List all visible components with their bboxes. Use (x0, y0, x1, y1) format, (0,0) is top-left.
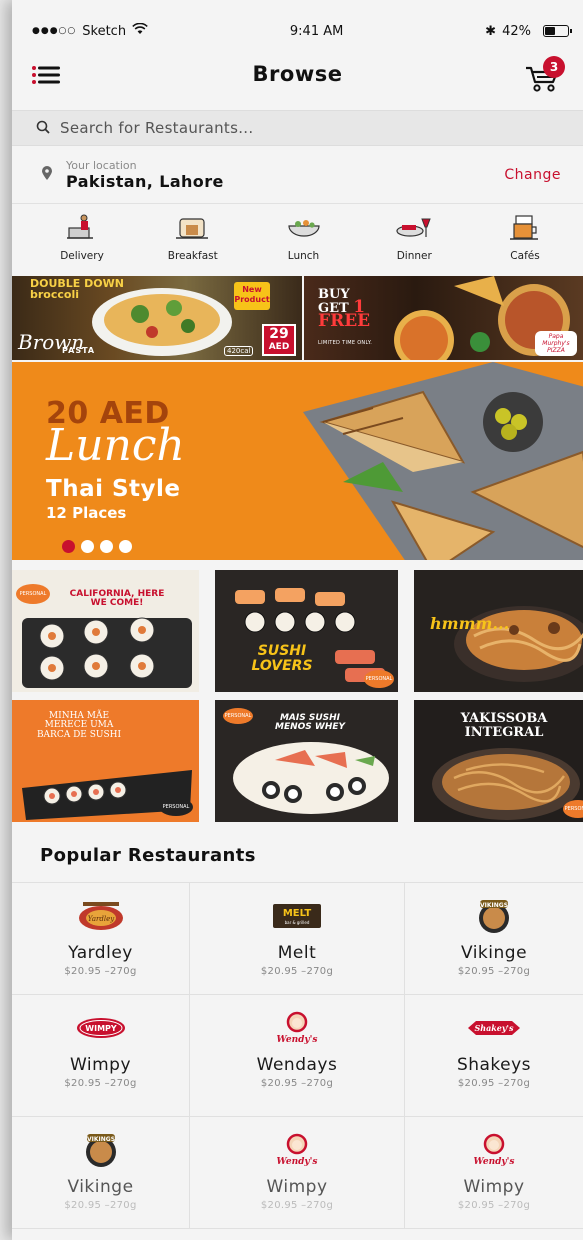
promo-tile[interactable]: MAIS SUSHI MENOS WHEY PERSONAL (215, 700, 398, 822)
menu-icon[interactable] (32, 66, 60, 84)
delivery-icon (67, 212, 97, 244)
battery-percent: 42% (502, 23, 531, 39)
search-bar[interactable]: Search for Restaurants... (12, 110, 583, 146)
promo-tile[interactable]: YAKISSOBA INTEGRAL PERSONAL (414, 700, 583, 822)
category-breakfast[interactable]: Breakfast (149, 212, 237, 274)
restaurant-card[interactable]: Yardley Yardley $20.95 –270g (12, 883, 190, 995)
restaurant-card[interactable]: Wendy's Wendays $20.95 –270g (190, 995, 405, 1117)
bogo-offer-text: BUY GET 1 FREE (318, 287, 371, 331)
nav-bar: Browse 3 (12, 38, 583, 110)
wendys-logo: Wendy's (273, 1131, 321, 1169)
cart-count-badge: 3 (543, 56, 565, 78)
restaurant-grid: Yardley Yardley $20.95 –270g MELT bar & g… (12, 882, 583, 1229)
tile-title: hmmm... (430, 614, 510, 633)
category-delivery[interactable]: Delivery (38, 212, 126, 274)
lunch-icon (286, 212, 322, 244)
promo-brand-top: DOUBLE DOWN broccoli (30, 277, 124, 301)
promo-price-badge: 29 AED (262, 324, 296, 356)
tile-title: SUSHI LOVERS (251, 643, 313, 674)
page-title: Browse (252, 62, 343, 86)
wifi-icon (132, 22, 148, 39)
restaurant-card[interactable]: MELT bar & grilled Melt $20.95 –270g (190, 883, 405, 995)
svg-text:Wendy's: Wendy's (474, 1157, 515, 1167)
svg-text:MELT: MELT (283, 908, 311, 919)
svg-text:Wendy's: Wendy's (277, 1157, 318, 1167)
restaurant-card[interactable]: WIMPY Wimpy $20.95 –270g (12, 995, 190, 1117)
svg-text:bar & grilled: bar & grilled (285, 920, 310, 925)
hero-banner[interactable]: 20 AED Lunch Thai Style 12 Places (12, 362, 583, 560)
wendys-logo: Wendy's (273, 1009, 321, 1047)
restaurant-card[interactable]: Wendy's Wimpy $20.95 –270g (405, 1117, 583, 1229)
new-product-tag: New Product (234, 282, 270, 310)
vikings-logo: VIKINGS (474, 897, 514, 935)
hero-places: 12 Places (46, 504, 127, 522)
promo-tile[interactable]: hmmm... (414, 570, 583, 692)
calorie-label: 420cal (224, 346, 254, 356)
restaurant-card[interactable]: VIKINGS Vikinge $20.95 –270g (405, 883, 583, 995)
promo-brown-pasta[interactable]: DOUBLE DOWN broccoli New Product Brown P… (12, 276, 302, 360)
personal-badge: PERSONAL (223, 708, 253, 724)
location-row: Your location Pakistan, Lahore Change (12, 146, 583, 204)
yardley-logo: Yardley (73, 897, 129, 935)
svg-text:VIKINGS: VIKINGS (480, 902, 508, 909)
dinner-icon (396, 212, 432, 244)
wendys-logo: Wendy's (470, 1131, 518, 1169)
restaurant-card[interactable]: Shakey's Shakeys $20.95 –270g (405, 995, 583, 1117)
hero-style: Thai Style (46, 476, 181, 502)
svg-text:Yardley: Yardley (87, 915, 114, 923)
category-cafes[interactable]: Cafés (481, 212, 569, 274)
restaurant-card[interactable]: VIKINGS Vikinge $20.95 –270g (12, 1117, 190, 1229)
category-bar: Delivery Breakfast Lunch Dinner Cafés (12, 212, 583, 274)
battery-icon (542, 25, 572, 37)
search-icon (36, 119, 50, 138)
promo-bogo-pizza[interactable]: BUY GET 1 FREE LIMITED TIME ONLY. Papa M… (304, 276, 583, 360)
svg-text:WIMPY: WIMPY (85, 1024, 117, 1033)
tile-title: YAKISSOBA INTEGRAL (460, 711, 548, 740)
change-location-link[interactable]: Change (504, 167, 561, 183)
svg-text:Wendy's: Wendy's (277, 1035, 318, 1045)
promo-tile[interactable]: SUSHI LOVERS PERSONAL (215, 570, 398, 692)
location-caption: Your location (66, 158, 137, 172)
pager-dot[interactable] (62, 540, 75, 553)
location-pin-icon (42, 165, 52, 184)
breakfast-icon (175, 212, 210, 244)
tile-title: MINHA MÃE MERECE UMA BARCA DE SUSHI (36, 711, 122, 740)
cart-button[interactable]: 3 (525, 56, 565, 96)
section-heading: Popular Restaurants (40, 845, 256, 866)
promo-strip: DOUBLE DOWN broccoli New Product Brown P… (12, 276, 583, 360)
pager-dot[interactable] (100, 540, 113, 553)
promo-tile-grid: CALIFORNIA, HERE WE COME! PERSONAL SUSHI… (12, 570, 583, 822)
pager-dot[interactable] (81, 540, 94, 553)
wimpy-logo: WIMPY (75, 1009, 127, 1047)
restaurant-card[interactable]: Wendy's Wimpy $20.95 –270g (190, 1117, 405, 1229)
category-lunch[interactable]: Lunch (260, 212, 348, 274)
search-input[interactable]: Search for Restaurants... (60, 119, 253, 137)
melt-logo: MELT bar & grilled (269, 897, 325, 935)
pager-dot[interactable] (119, 540, 132, 553)
svg-text:VIKINGS: VIKINGS (86, 1136, 114, 1143)
app-screen: ●●●○○ Sketch 9:41 AM ✱ 42% Browse 3 Sear… (12, 0, 583, 1240)
clock: 9:41 AM (289, 23, 344, 39)
signal-icon: ●●●○○ (32, 26, 77, 36)
location-city: Pakistan, Lahore (66, 171, 224, 191)
papa-murphys-logo: Papa Murphy's PIZZA (535, 331, 577, 356)
hero-title: Lunch (46, 420, 185, 471)
shakeys-logo: Shakey's (464, 1009, 524, 1047)
tile-title: MAIS SUSHI MENOS WHEY (274, 713, 346, 733)
personal-badge: PERSONAL (16, 584, 50, 604)
bluetooth-icon: ✱ (485, 23, 497, 39)
category-dinner[interactable]: Dinner (370, 212, 458, 274)
tile-title: CALIFORNIA, HERE WE COME! (69, 589, 165, 609)
svg-text:Shakey's: Shakey's (474, 1023, 514, 1033)
carrier-label: Sketch (82, 23, 127, 39)
sandwich-image (303, 362, 583, 560)
carousel-pager[interactable] (62, 540, 132, 553)
promo-tile[interactable]: MINHA MÃE MERECE UMA BARCA DE SUSHI PERS… (12, 700, 199, 822)
cafe-icon (510, 212, 540, 244)
vikings-logo: VIKINGS (81, 1131, 121, 1169)
promo-tile[interactable]: CALIFORNIA, HERE WE COME! PERSONAL (12, 570, 199, 692)
personal-badge: PERSONAL (364, 670, 394, 688)
personal-badge: PERSONAL (159, 798, 193, 816)
